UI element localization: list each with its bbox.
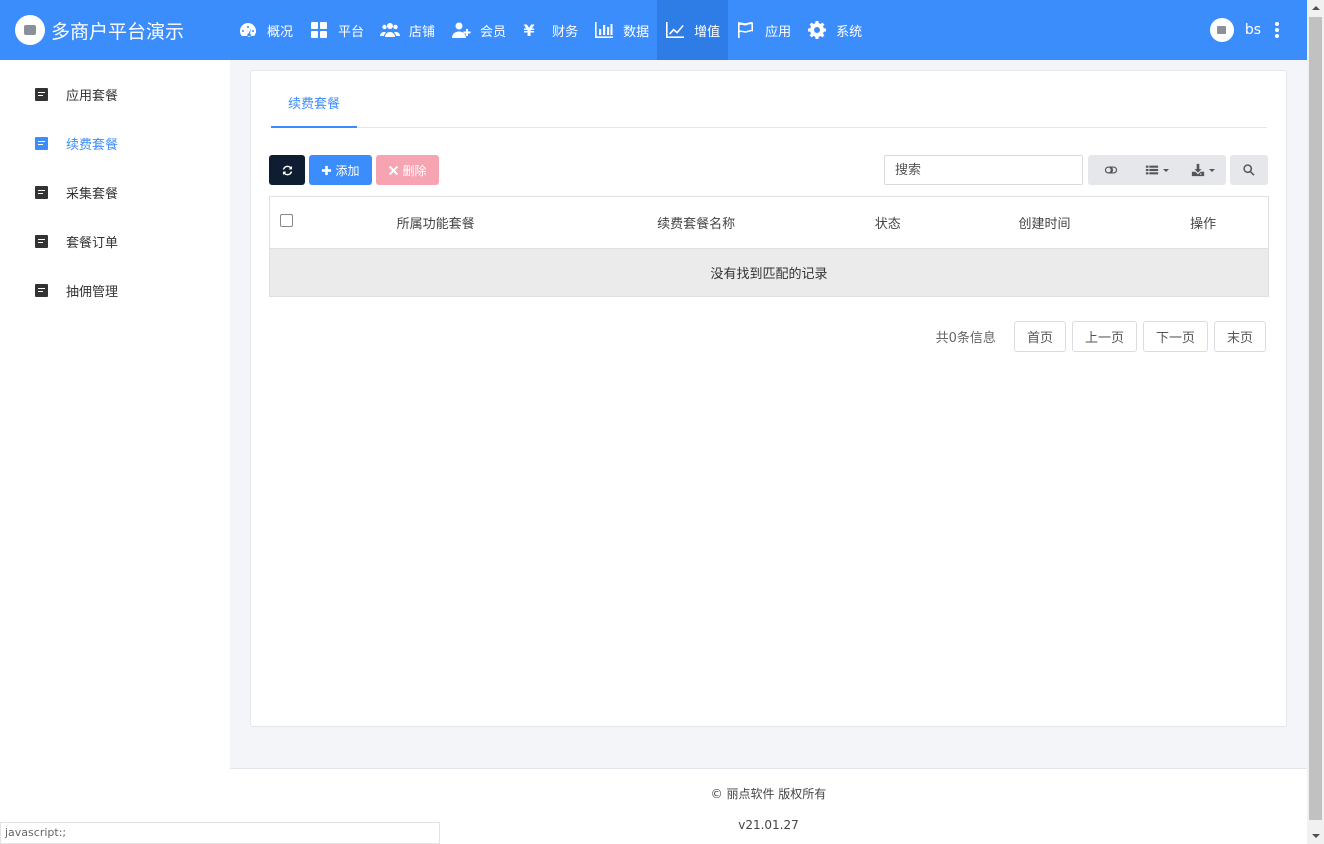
nav-item-overview[interactable]: 概况 xyxy=(230,0,301,60)
prev-page-button[interactable]: 上一页 xyxy=(1071,321,1137,352)
add-button[interactable]: 添加 xyxy=(309,155,372,185)
top-navbar: 多商户平台演示 概况 平台 店铺 会员 ¥ 财务 数据 增值 应用 系统 bs xyxy=(0,0,1307,60)
search-button[interactable] xyxy=(1230,155,1268,185)
more-vertical-icon[interactable] xyxy=(1275,22,1279,38)
document-icon xyxy=(35,186,48,199)
scroll-down-arrow-icon[interactable] xyxy=(1307,827,1324,844)
dashboard-icon xyxy=(240,23,256,37)
pagination-info: 共0条信息 xyxy=(935,331,996,346)
empty-message: 没有找到匹配的记录 xyxy=(270,249,1268,296)
content-panel: 续费套餐 添加 删除 搜索 所属功能套餐 续费套餐名称 状态 创建时间 操作 没… xyxy=(250,70,1287,727)
scrollbar-thumb[interactable] xyxy=(1309,17,1322,820)
last-page-button[interactable]: 末页 xyxy=(1213,321,1266,352)
flag-icon xyxy=(738,22,754,38)
users-icon xyxy=(380,23,401,37)
tab-renewal-package[interactable]: 续费套餐 xyxy=(271,71,358,128)
delete-button[interactable]: 删除 xyxy=(376,155,439,185)
nav-item-value-added[interactable]: 增值 xyxy=(657,0,729,60)
document-icon xyxy=(35,137,48,150)
close-icon xyxy=(389,165,399,175)
select-all-checkbox[interactable] xyxy=(280,214,294,227)
sidebar: 应用套餐 续费套餐 采集套餐 套餐订单 抽佣管理 xyxy=(0,60,230,844)
app-title: 多商户平台演示 xyxy=(51,20,185,43)
nav-item-store[interactable]: 店铺 xyxy=(372,0,443,60)
sidebar-item-collect-package[interactable]: 采集套餐 xyxy=(0,168,230,217)
user-add-icon xyxy=(452,22,471,38)
sidebar-item-package-orders[interactable]: 套餐订单 xyxy=(0,217,230,266)
columns-button[interactable] xyxy=(1134,155,1180,185)
column-header[interactable]: 创建时间 xyxy=(951,213,1139,232)
search-icon xyxy=(1243,164,1255,176)
sidebar-item-commission[interactable]: 抽佣管理 xyxy=(0,266,230,315)
next-page-button[interactable]: 下一页 xyxy=(1142,321,1208,352)
pagination: 共0条信息 首页 上一页 下一页 末页 xyxy=(936,321,1266,352)
column-header: 操作 xyxy=(1190,217,1217,232)
scroll-up-arrow-icon[interactable] xyxy=(1307,0,1324,17)
tool-group xyxy=(1088,155,1226,185)
sidebar-item-renewal-package[interactable]: 续费套餐 xyxy=(0,119,230,168)
export-button[interactable] xyxy=(1180,155,1226,185)
list-icon xyxy=(1145,165,1159,175)
grid-icon xyxy=(311,22,328,38)
user-menu[interactable]: bs xyxy=(1209,0,1279,60)
tab-bar: 续费套餐 xyxy=(271,71,1267,128)
avatar[interactable] xyxy=(1209,18,1234,42)
bar-chart-icon xyxy=(595,22,614,38)
select-all-cell xyxy=(270,214,304,227)
table-header: 所属功能套餐 续费套餐名称 状态 创建时间 操作 xyxy=(270,197,1268,249)
copyright: © 丽点软件 版权所有 xyxy=(710,787,827,801)
column-header[interactable]: 所属功能套餐 xyxy=(304,213,567,232)
refresh-icon xyxy=(282,165,292,175)
nav-item-finance[interactable]: ¥ 财务 xyxy=(514,0,586,60)
logo-icon xyxy=(15,15,45,45)
data-table: 所属功能套餐 续费套餐名称 状态 创建时间 操作 没有找到匹配的记录 xyxy=(269,196,1269,297)
download-icon xyxy=(1191,163,1205,177)
yen-icon: ¥ xyxy=(523,20,535,40)
document-icon xyxy=(35,284,48,297)
nav-item-data[interactable]: 数据 xyxy=(586,0,657,60)
main-nav: 概况 平台 店铺 会员 ¥ 财务 数据 增值 应用 系统 xyxy=(230,0,870,60)
chevron-down-icon xyxy=(1163,168,1169,172)
document-icon xyxy=(35,88,48,101)
plus-icon xyxy=(322,165,332,175)
nav-item-member[interactable]: 会员 xyxy=(443,0,514,60)
first-page-button[interactable]: 首页 xyxy=(1013,321,1066,352)
toggle-icon xyxy=(1104,166,1118,174)
nav-item-system[interactable]: 系统 xyxy=(799,0,870,60)
nav-item-platform[interactable]: 平台 xyxy=(301,0,372,60)
user-name[interactable]: bs xyxy=(1245,22,1261,38)
search-input[interactable] xyxy=(884,155,1083,185)
table-tools xyxy=(1088,155,1268,185)
sidebar-item-app-package[interactable]: 应用套餐 xyxy=(0,70,230,119)
brand[interactable]: 多商户平台演示 xyxy=(0,0,230,60)
column-header[interactable]: 续费套餐名称 xyxy=(567,213,824,232)
refresh-button[interactable] xyxy=(269,155,305,185)
nav-item-apps[interactable]: 应用 xyxy=(728,0,799,60)
vertical-scrollbar[interactable] xyxy=(1307,0,1324,844)
line-chart-icon xyxy=(666,22,685,38)
table-toolbar: 添加 删除 xyxy=(269,155,439,185)
gear-icon xyxy=(808,21,827,39)
column-header[interactable]: 状态 xyxy=(825,213,951,232)
browser-status-bar: javascript:; xyxy=(0,822,440,844)
toggle-view-button[interactable] xyxy=(1088,155,1134,185)
chevron-down-icon xyxy=(1209,168,1215,172)
document-icon xyxy=(35,235,48,248)
